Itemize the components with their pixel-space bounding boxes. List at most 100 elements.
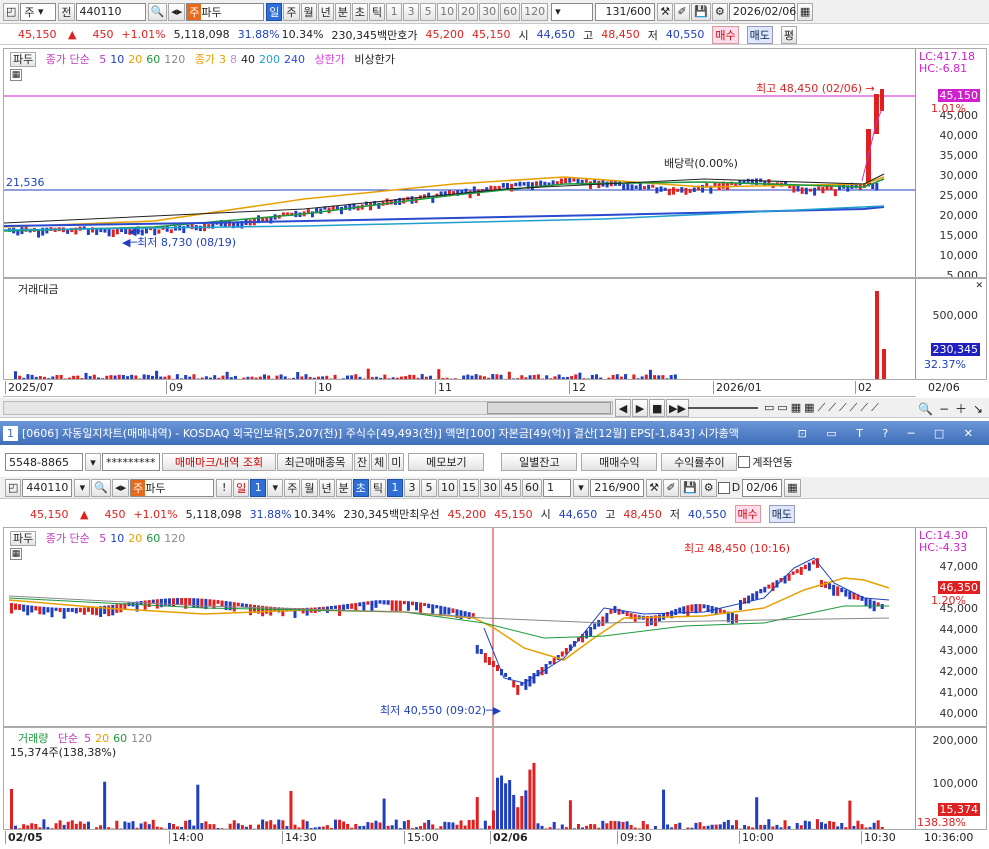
- bottom-minute-2[interactable]: 5: [421, 478, 438, 497]
- window-controls[interactable]: ⊡ ▭ T ? ─ □ ✕: [798, 427, 981, 440]
- top-period-4[interactable]: 분: [334, 2, 351, 21]
- code-dropdown[interactable]: ▾: [74, 478, 91, 497]
- stock-code-input[interactable]: 440110: [75, 2, 146, 21]
- date-input-2[interactable]: 02/06: [742, 478, 783, 497]
- zoom-slider[interactable]: [688, 407, 758, 409]
- top-period-3[interactable]: 년: [317, 2, 334, 21]
- chart-window-icon-2[interactable]: ◰: [5, 478, 22, 497]
- top-minute-4[interactable]: 20: [458, 2, 479, 21]
- volume-bar: [78, 821, 82, 829]
- scroll-left-button[interactable]: ◀: [615, 399, 631, 417]
- daily-balance-button[interactable]: 일별잔고: [501, 453, 578, 471]
- top-minute-2[interactable]: 5: [420, 2, 437, 21]
- top-period-1[interactable]: 주: [283, 2, 300, 21]
- recent-stocks-button[interactable]: 최근매매종목: [277, 453, 353, 471]
- period-day-button[interactable]: 일: [233, 478, 250, 497]
- chart-count-input[interactable]: 131/600: [595, 2, 656, 21]
- play-button[interactable]: ▶▶: [666, 399, 689, 417]
- avg-button[interactable]: 평: [780, 25, 798, 44]
- chart-count-input-2[interactable]: 216/900: [590, 478, 645, 497]
- bottom-minute-4[interactable]: 15: [459, 478, 480, 497]
- gear-icon-2[interactable]: ⚙: [700, 478, 717, 497]
- top-period-5[interactable]: 초: [351, 2, 369, 21]
- candle: [791, 571, 795, 575]
- bottom-period-0[interactable]: 주: [284, 478, 301, 497]
- bottom-minute-3[interactable]: 10: [438, 478, 459, 497]
- bottom-minute-5[interactable]: 30: [480, 478, 501, 497]
- buy-button-2[interactable]: 매수: [734, 505, 761, 523]
- save-icon[interactable]: 💾: [691, 2, 711, 21]
- b-vol-pct: 138.38%: [917, 816, 966, 829]
- top-period-0[interactable]: 일: [266, 2, 283, 21]
- top-minute-3[interactable]: 10: [437, 2, 458, 21]
- top-period-6[interactable]: 틱: [369, 2, 386, 21]
- bottom-period-4[interactable]: 초: [352, 478, 369, 497]
- chart-window-icon[interactable]: ◰: [3, 2, 20, 21]
- step-select[interactable]: 1: [543, 478, 572, 497]
- stop-button[interactable]: ■: [649, 399, 666, 417]
- unexec-button[interactable]: 미: [388, 453, 405, 471]
- bottom-period-2[interactable]: 년: [318, 478, 335, 497]
- period-all-button[interactable]: 전: [58, 2, 75, 21]
- candle: [832, 584, 836, 596]
- balance-button[interactable]: 잔: [354, 453, 371, 471]
- calendar-icon-2[interactable]: ▦: [784, 478, 801, 497]
- password-field[interactable]: *********: [102, 453, 160, 471]
- bottom-period-1[interactable]: 월: [301, 478, 318, 497]
- alert-button[interactable]: !: [216, 478, 233, 497]
- top-volume-bars: [14, 291, 886, 379]
- top-minute-7[interactable]: 120: [521, 2, 549, 21]
- memo-button[interactable]: 메모보기: [408, 453, 485, 471]
- top-period-2[interactable]: 월: [300, 2, 317, 21]
- sell-button-2[interactable]: 매도: [768, 505, 796, 523]
- stock-name-field-2[interactable]: 주 파두: [130, 478, 215, 497]
- d-checkbox[interactable]: [717, 481, 730, 494]
- chart-tools-icons[interactable]: ▭▭▦▦⟋⟋⟋⟋⟋⟋: [764, 401, 882, 415]
- top-minute-1[interactable]: 3: [403, 2, 420, 21]
- search-icon-2[interactable]: 🔍: [91, 478, 112, 497]
- vol-close-icon[interactable]: ✕: [975, 281, 983, 291]
- bottom-minute-1[interactable]: 3: [404, 478, 421, 497]
- bottom-period-3[interactable]: 분: [335, 478, 352, 497]
- account-dropdown[interactable]: ▾: [85, 453, 101, 471]
- mark-history-button[interactable]: 매매마크/내역 조회: [162, 453, 276, 471]
- top-minute-5[interactable]: 30: [479, 2, 500, 21]
- date-input[interactable]: 2026/02/06: [728, 2, 796, 21]
- scrollbar-thumb[interactable]: [487, 402, 611, 414]
- return-trend-button[interactable]: 수익률추이: [661, 453, 738, 471]
- buy-button[interactable]: 매수: [712, 25, 739, 44]
- candle: [394, 600, 398, 612]
- sell-button[interactable]: 매도: [746, 25, 773, 44]
- prev-next-icon-2[interactable]: ◂▸: [112, 478, 130, 497]
- scroll-right-button[interactable]: ▶: [632, 399, 648, 417]
- step-dropdown[interactable]: ▾: [573, 478, 590, 497]
- tools-icon-2[interactable]: ⚒: [646, 478, 663, 497]
- link-checkbox[interactable]: [738, 456, 751, 468]
- volume-bar: [832, 821, 836, 829]
- gear-icon[interactable]: ⚙: [711, 2, 728, 21]
- save-icon-2[interactable]: 💾: [680, 478, 700, 497]
- bottom-minute-6[interactable]: 45: [501, 478, 522, 497]
- tools-icon[interactable]: ⚒: [657, 2, 674, 21]
- top-minute-0[interactable]: 1: [386, 2, 403, 21]
- period-dropdown[interactable]: ▾: [267, 478, 284, 497]
- top-minute-6[interactable]: 60: [500, 2, 521, 21]
- period-value[interactable]: 1: [250, 478, 267, 497]
- stock-type-select[interactable]: 주 ▾: [20, 2, 57, 21]
- account-select[interactable]: 5548-8865: [5, 453, 83, 471]
- calendar-icon[interactable]: ▦: [796, 2, 814, 21]
- stock-name-field[interactable]: 주 파두: [186, 2, 265, 21]
- bottom-minute-0[interactable]: 1: [387, 478, 404, 497]
- draw-icon-2[interactable]: ✐: [663, 478, 680, 497]
- stock-code-input-2[interactable]: 440110: [22, 478, 73, 497]
- prev-next-icon[interactable]: ◂▸: [168, 2, 186, 21]
- draw-icon[interactable]: ✐: [674, 2, 691, 21]
- exec-button[interactable]: 체: [371, 453, 388, 471]
- zoom-icons[interactable]: 🔍−＋↘: [918, 400, 989, 417]
- minute-custom-select[interactable]: ▾: [551, 2, 594, 21]
- search-icon[interactable]: 🔍: [147, 2, 168, 21]
- bottom-minute-7[interactable]: 60: [522, 478, 543, 497]
- trade-profit-button[interactable]: 매매수익: [581, 453, 658, 471]
- volume-bar: [139, 823, 143, 829]
- bottom-period-5[interactable]: 틱: [369, 478, 387, 497]
